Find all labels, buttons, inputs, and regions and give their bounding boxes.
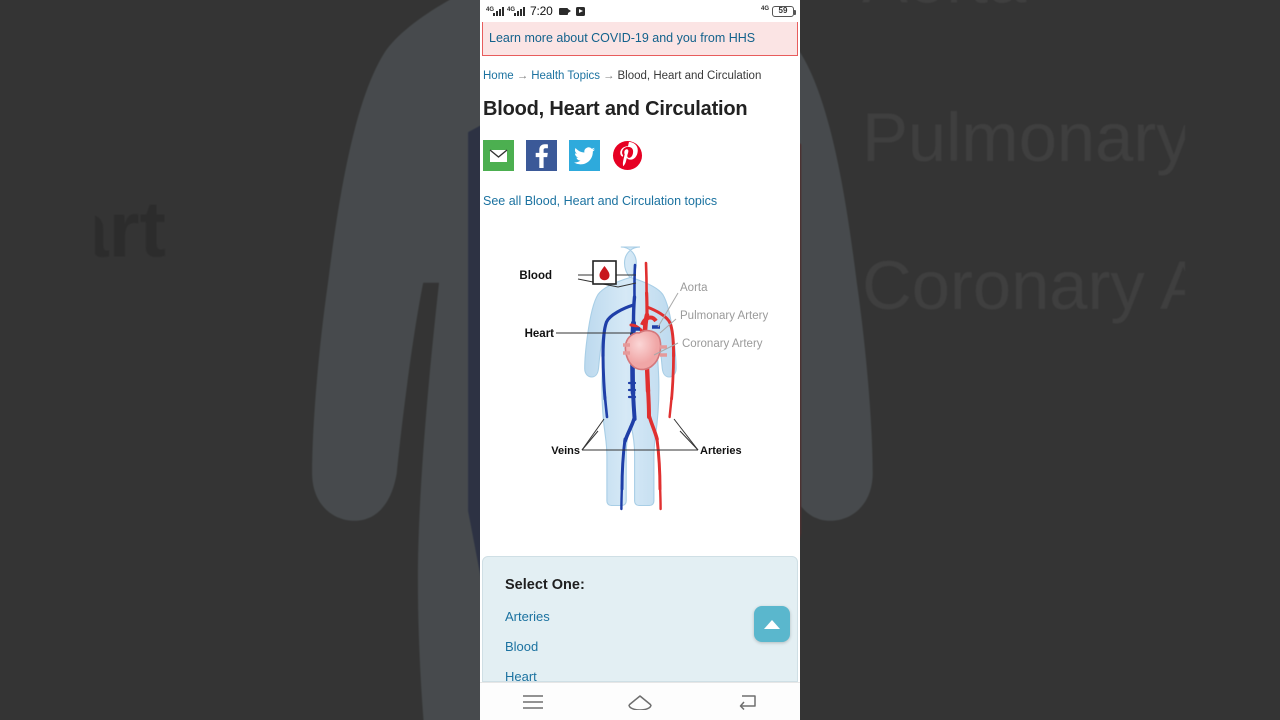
breadcrumb: Home → Health Topics → Blood, Heart and Circ… xyxy=(480,56,800,82)
breadcrumb-current: Blood, Heart and Circulation xyxy=(617,70,762,82)
status-bar: 4G 4G 7:20 4G 59 xyxy=(480,0,800,22)
select-one-heading: Select One: xyxy=(505,577,585,593)
facebook-share-button[interactable] xyxy=(526,140,557,171)
up-arrow-icon xyxy=(764,619,780,629)
envelope-icon xyxy=(489,148,508,163)
covid-banner: Learn more about COVID-19 and you from H… xyxy=(482,22,798,56)
diagram-label-aorta: Aorta xyxy=(680,282,708,294)
signal-icon: 4G xyxy=(486,6,505,16)
network-type-icon: 4G xyxy=(760,5,769,12)
battery-level: 59 xyxy=(778,6,788,15)
see-all-topics-link[interactable]: See all Blood, Heart and Circulation top… xyxy=(483,194,717,208)
scroll-to-top-button[interactable] xyxy=(754,606,790,642)
share-buttons xyxy=(480,121,800,171)
page-content: Learn more about COVID-19 and you from H… xyxy=(480,22,800,682)
status-clock: 7:20 xyxy=(530,4,553,18)
android-recent-apps-button[interactable] xyxy=(510,687,556,717)
blood-drop-callout xyxy=(592,260,617,285)
menu-icon xyxy=(523,694,544,709)
screen: Blood Heart Veins Arteries Aorta Pulmona… xyxy=(0,0,1280,720)
select-one-list: Arteries Blood Heart xyxy=(505,608,775,682)
android-home-button[interactable] xyxy=(617,687,663,717)
android-back-button[interactable] xyxy=(724,687,770,717)
covid-banner-link[interactable]: Learn more about COVID-19 and you from H… xyxy=(489,31,755,45)
pinterest-share-button[interactable] xyxy=(612,140,643,171)
breadcrumb-separator-2: → xyxy=(603,70,615,82)
phone-viewport: 4G 4G 7:20 4G 59 Learn more about COVID-… xyxy=(480,0,800,720)
camera-icon xyxy=(558,7,571,15)
facebook-icon xyxy=(535,143,548,168)
breadcrumb-item-health-topics[interactable]: Health Topics xyxy=(531,70,600,82)
breadcrumb-separator: → xyxy=(516,70,529,82)
select-option-heart[interactable]: Heart xyxy=(505,669,537,682)
diagram-label-arteries: Arteries xyxy=(700,445,742,457)
list-item[interactable]: Arteries xyxy=(505,608,775,626)
select-option-arteries[interactable]: Arteries xyxy=(505,609,550,624)
circulatory-system-diagram[interactable]: Blood Heart Veins Arteries Aorta Pulmona… xyxy=(490,235,790,530)
back-arrow-icon xyxy=(739,694,756,710)
twitter-share-button[interactable] xyxy=(569,140,600,171)
page-title: Blood, Heart and Circulation xyxy=(483,98,748,120)
diagram-container: Blood Heart Veins Arteries Aorta Pulmona… xyxy=(480,210,800,530)
select-option-blood[interactable]: Blood xyxy=(505,639,538,654)
diagram-label-coronary-artery: Coronary Artery xyxy=(682,338,763,350)
email-share-button[interactable] xyxy=(483,140,514,171)
diagram-label-heart: Heart xyxy=(525,328,555,340)
diagram-label-veins: Veins xyxy=(551,445,580,457)
battery-icon: 59 xyxy=(772,5,796,17)
breadcrumb-item-home[interactable]: Home xyxy=(483,70,514,82)
android-nav-bar xyxy=(480,682,800,720)
select-one-panel: Select One: Arteries Blood Heart xyxy=(482,556,798,682)
diagram-label-pulmonary-artery: Pulmonary Artery xyxy=(680,310,768,322)
see-all-topics: See all Blood, Heart and Circulation top… xyxy=(480,171,800,210)
diagram-label-blood: Blood xyxy=(519,270,552,282)
list-item[interactable]: Blood xyxy=(505,638,775,656)
list-item[interactable]: Heart xyxy=(505,668,775,682)
home-icon xyxy=(628,694,652,710)
signal-icon-2: 4G xyxy=(507,6,526,16)
twitter-bird-icon xyxy=(574,146,595,164)
video-player-icon xyxy=(575,6,585,16)
pinterest-icon xyxy=(612,140,643,171)
